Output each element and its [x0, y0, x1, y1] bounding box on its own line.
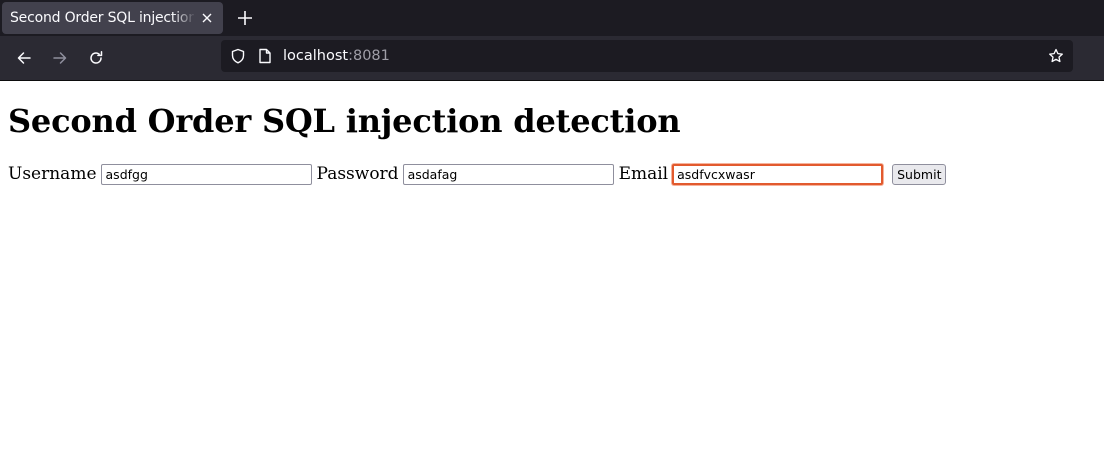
browser-tab-active[interactable]: Second Order SQL injection detection [2, 2, 223, 34]
submit-button[interactable]: Submit [892, 163, 947, 185]
reload-icon[interactable] [88, 50, 104, 66]
page-title: Second Order SQL injection detection [8, 102, 681, 140]
browser-tab-bar: Second Order SQL injection detection [0, 0, 1104, 36]
shield-icon[interactable] [230, 48, 246, 64]
address-bar[interactable]: localhost:8081 [221, 40, 1073, 72]
email-label: Email [618, 164, 669, 184]
bookmark-star-icon[interactable] [1048, 48, 1064, 64]
browser-nav-bar: localhost:8081 [0, 36, 1104, 81]
url-text[interactable]: localhost:8081 [283, 40, 390, 72]
tab-title-fade [172, 2, 196, 34]
close-icon[interactable] [199, 10, 215, 26]
new-tab-plus-icon[interactable] [236, 9, 254, 27]
url-host: localhost [283, 48, 349, 64]
username-input[interactable] [100, 163, 312, 185]
password-label: Password [316, 164, 399, 184]
tab-title: Second Order SQL injection detection [10, 10, 194, 26]
back-arrow-icon[interactable] [16, 50, 32, 66]
signup-form: Username Password Email Submit [8, 162, 1096, 186]
username-label: Username [8, 164, 97, 184]
password-input[interactable] [402, 163, 614, 185]
page-content: Second Order SQL injection detection Use… [0, 81, 1104, 186]
page-icon[interactable] [258, 48, 272, 64]
email-input[interactable] [672, 163, 884, 185]
url-port: :8081 [348, 48, 390, 64]
forward-arrow-icon[interactable] [52, 50, 68, 66]
